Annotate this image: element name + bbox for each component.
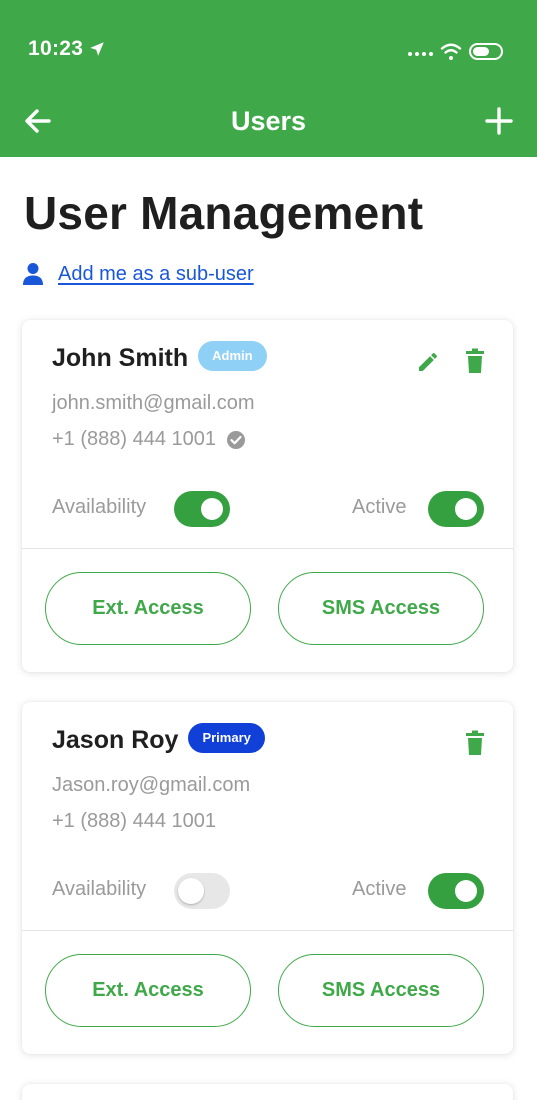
active-toggle[interactable] [428,873,484,909]
user-name: Jason Roy [52,726,179,754]
add-sub-user-row: Add me as a sub-user [22,262,254,286]
availability-label: Availability [52,496,147,518]
user-card-partial [22,1084,513,1100]
check-badge-icon [227,430,246,449]
availability-label: Availability [52,878,147,900]
user-name: John Smith [52,344,189,372]
active-label: Active [352,496,407,518]
status-time: 10:23 [28,37,84,60]
active-label: Active [352,878,407,900]
trash-icon[interactable] [464,730,486,756]
role-badge: Primary [188,723,265,754]
user-email: Jason.roy@gmail.com [52,774,251,796]
wifi-icon [440,43,462,60]
battery-icon [469,42,503,60]
card-divider [22,548,513,549]
user-phone: +1 (888) 444 1001 [52,810,217,832]
ext-access-button[interactable]: Ext. Access [45,572,251,645]
user-name-row: Jason Roy Primary [52,723,265,756]
signal-icon [408,46,433,56]
nav-bar: Users [0,95,537,147]
trash-icon[interactable] [464,348,486,374]
user-card: John Smith Admin john.smith@gmail.com +1 … [22,320,513,672]
add-sub-user-link[interactable]: Add me as a sub-user [58,263,254,286]
app-header: 10:23 Users [0,0,537,157]
ext-access-button[interactable]: Ext. Access [45,954,251,1027]
user-phone: +1 (888) 444 1001 [52,428,217,450]
user-email: john.smith@gmail.com [52,392,255,414]
active-toggle[interactable] [428,491,484,527]
user-card: Jason Roy Primary Jason.roy@gmail.com +1 … [22,702,513,1054]
sms-access-button[interactable]: SMS Access [278,954,484,1027]
status-bar: 10:23 [0,0,537,100]
person-icon [23,263,43,285]
location-arrow-icon [90,42,104,56]
user-phone-row: +1 (888) 444 1001 [52,428,246,451]
pencil-icon[interactable] [416,350,440,374]
page-title: User Management [24,187,424,239]
card-divider [22,930,513,931]
availability-toggle[interactable] [174,491,230,527]
user-phone-row: +1 (888) 444 1001 [52,810,216,833]
nav-title: Users [230,106,307,136]
plus-icon[interactable] [485,107,513,135]
sms-access-button[interactable]: SMS Access [278,572,484,645]
availability-toggle[interactable] [174,873,230,909]
user-name-row: John Smith Admin [52,341,267,374]
status-icons [408,40,503,62]
role-badge: Admin [198,341,267,372]
